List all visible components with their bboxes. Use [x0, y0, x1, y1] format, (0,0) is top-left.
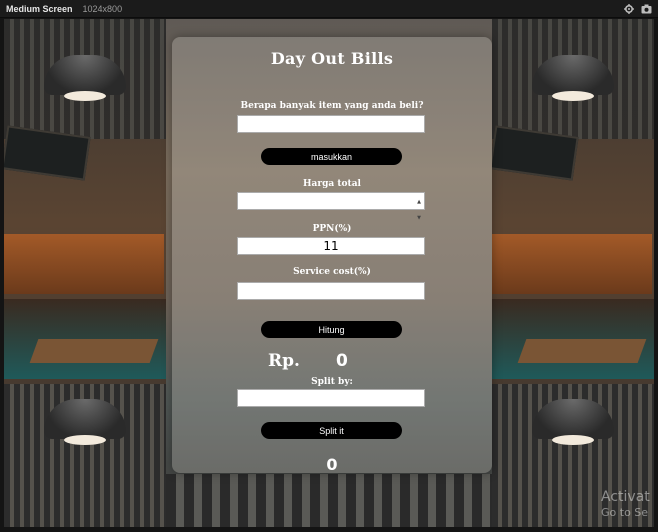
- camera-icon[interactable]: [641, 4, 652, 14]
- masukkan-button[interactable]: masukkan: [261, 148, 402, 165]
- items-label: Berapa banyak item yang anda beli?: [240, 101, 424, 111]
- split-it-button[interactable]: Split it: [261, 422, 402, 439]
- harga-total-input[interactable]: ▲ ▼: [237, 192, 425, 221]
- watermark-line-1: Activat: [601, 489, 650, 505]
- bills-card: Day Out Bills Berapa banyak item yang an…: [172, 37, 492, 474]
- spinner-up-icon[interactable]: ▲: [417, 194, 421, 210]
- background-photo-right: [492, 19, 654, 527]
- split-by-label: Split by:: [311, 377, 353, 387]
- device-dimensions[interactable]: 1024x800: [83, 4, 123, 14]
- app-title: Day Out Bills: [270, 49, 394, 68]
- split-result: 0: [326, 455, 338, 474]
- toolbar-icons: [624, 3, 652, 14]
- watermark-line-2: Go to Se: [601, 505, 649, 519]
- hitung-button[interactable]: Hitung: [261, 321, 402, 338]
- device-name[interactable]: Medium Screen: [6, 4, 73, 14]
- split-by-input[interactable]: [237, 389, 425, 407]
- items-input[interactable]: [237, 115, 425, 133]
- service-cost-label: Service cost(%): [293, 267, 371, 277]
- activation-watermark: Activat Go to Se: [601, 489, 650, 519]
- total-value: 0: [336, 351, 348, 371]
- service-cost-input[interactable]: [237, 282, 425, 300]
- background-photo-left: [4, 19, 166, 527]
- ppn-label: PPN(%): [312, 224, 352, 234]
- number-spinner[interactable]: ▲ ▼: [415, 194, 423, 221]
- devtools-toolbar: Medium Screen 1024x800: [0, 0, 658, 18]
- currency-label: Rp.: [268, 351, 300, 371]
- ppn-input[interactable]: 11: [237, 237, 425, 255]
- page-viewport: Day Out Bills Berapa banyak item yang an…: [4, 19, 654, 527]
- gear-icon[interactable]: [624, 3, 634, 14]
- harga-total-label: Harga total: [303, 179, 361, 189]
